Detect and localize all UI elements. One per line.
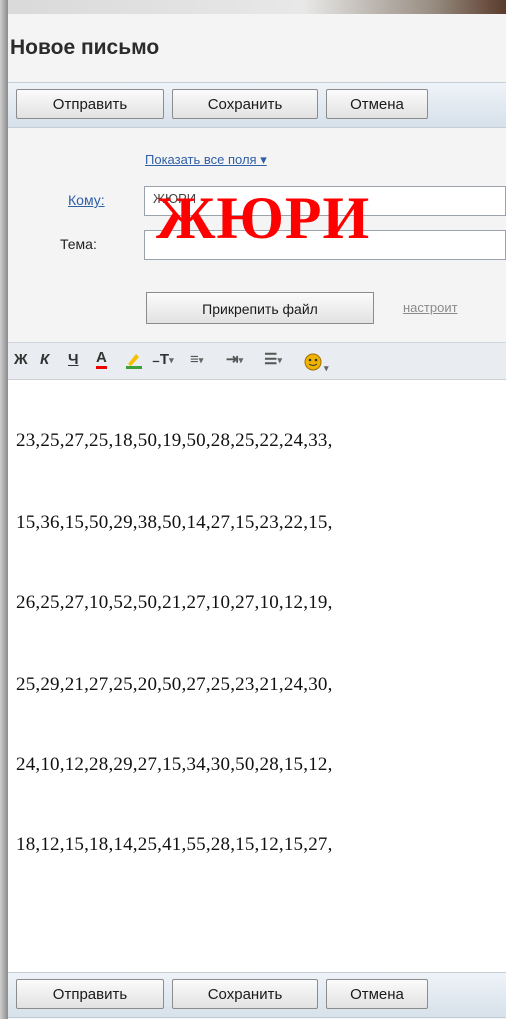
save-button-bottom[interactable]: Сохранить [172, 979, 318, 1009]
cancel-button-bottom[interactable]: Отмена [326, 979, 428, 1009]
list-icon[interactable]: ☰▾ [264, 350, 282, 370]
window-edge [0, 0, 8, 1019]
message-line: 26,25,27,10,52,50,21,27,10,27,10,12,19, [16, 592, 333, 613]
indent-icon[interactable]: ⇥▾ [226, 350, 243, 370]
message-line: 23,25,27,25,18,50,19,50,28,25,22,24,33, [16, 430, 333, 451]
to-label-link[interactable]: Кому: [68, 192, 105, 208]
show-all-fields-link[interactable]: Показать все поля ▾ [145, 152, 267, 168]
subject-label: Тема: [60, 236, 97, 252]
top-toolbar: Отправить Сохранить Отмена [8, 82, 506, 128]
highlight-icon[interactable] [124, 350, 144, 376]
message-line: 15,36,15,50,29,38,50,14,27,15,23,22,15, [16, 512, 333, 533]
cancel-button[interactable]: Отмена [326, 89, 428, 119]
message-body[interactable]: 23,25,27,25,18,50,19,50,28,25,22,24,33, … [8, 379, 506, 972]
text-color-icon[interactable]: А [96, 350, 107, 369]
message-line: 25,29,21,27,25,20,50,27,25,23,21,24,30, [16, 674, 333, 695]
page-title: Новое письмо [10, 36, 160, 59]
align-icon[interactable]: ≡▾ [190, 350, 203, 370]
send-button-bottom[interactable]: Отправить [16, 979, 164, 1009]
attach-file-button[interactable]: Прикрепить файл [146, 292, 374, 324]
bottom-toolbar: Отправить Сохранить Отмена [8, 972, 506, 1018]
italic-icon[interactable]: К [40, 350, 49, 370]
underline-icon[interactable]: Ч [68, 350, 79, 370]
jury-overlay-text: ЖЮРИ [156, 185, 371, 251]
format-toolbar: Ж К Ч А ₋T▾ ≡▾ ⇥▾ ☰▾ ▾ [8, 342, 506, 380]
emoji-icon[interactable]: ▾ [302, 350, 329, 378]
save-button[interactable]: Сохранить [172, 89, 318, 119]
bold-icon[interactable]: Ж [14, 350, 28, 370]
message-line: 24,10,12,28,29,27,15,34,30,50,28,15,12, [16, 754, 333, 775]
font-size-icon[interactable]: ₋T▾ [152, 350, 174, 370]
top-strip [0, 0, 506, 14]
send-button[interactable]: Отправить [16, 89, 164, 119]
message-line: 18,12,15,18,14,25,41,55,28,15,12,15,27, [16, 834, 333, 855]
compose-window: Новое письмо Отправить Сохранить Отмена … [8, 14, 506, 1019]
setup-link[interactable]: настроит [403, 300, 458, 315]
